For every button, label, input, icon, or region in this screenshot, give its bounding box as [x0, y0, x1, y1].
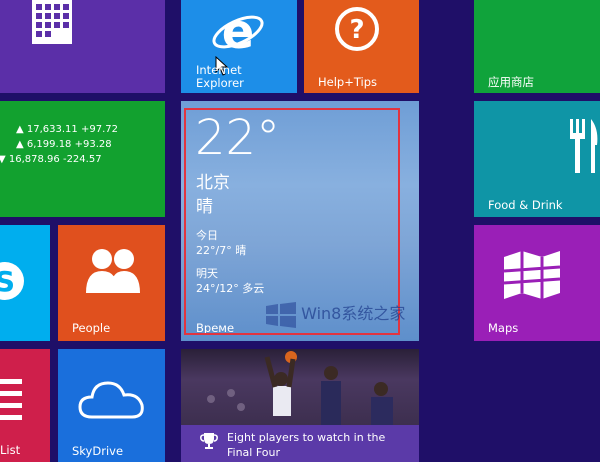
help-tips-tile[interactable]: ? Help+Tips	[304, 0, 419, 93]
calendar-tile[interactable]	[0, 0, 165, 93]
sports-caption-bar: Eight players to watch in the Final Four	[181, 425, 419, 462]
sports-tile[interactable]: Eight players to watch in the Final Four	[181, 349, 419, 462]
sports-headline: Eight players to watch in the Final Four	[227, 431, 386, 459]
svg-text:S: S	[0, 265, 15, 298]
trophy-icon	[200, 433, 218, 449]
finance-row: ▲ 17,633.11 +97.72	[16, 124, 118, 135]
tile-label: Maps	[488, 321, 519, 335]
sports-photo	[181, 349, 419, 425]
up-arrow-icon: ▲	[16, 139, 24, 150]
finance-row: ▲ 6,199.18 +93.28	[16, 139, 112, 150]
tile-label: Food & Drink	[488, 198, 563, 212]
finance-row: ▼ 16,878.96 -224.57	[0, 154, 102, 165]
svg-text:e: e	[222, 4, 255, 60]
watermark: Win8系统之家	[266, 300, 405, 328]
tile-label: List	[0, 443, 21, 457]
cloud-icon	[78, 381, 144, 419]
svg-text:?: ?	[349, 15, 364, 45]
tile-label: People	[72, 321, 111, 335]
tile-label: Help+Tips	[318, 75, 378, 89]
fork-knife-icon	[570, 119, 598, 173]
tile-label: 应用商店	[488, 75, 534, 89]
question-mark-icon: ?	[335, 7, 379, 51]
calendar-icon	[32, 0, 72, 44]
people-tile[interactable]: People	[58, 225, 165, 341]
internet-explorer-icon: e	[212, 4, 264, 60]
skype-icon: S	[0, 262, 24, 300]
list-tile[interactable]: List	[0, 349, 50, 462]
skydrive-tile[interactable]: SkyDrive	[58, 349, 165, 462]
tile-label: SkyDrive	[72, 444, 124, 458]
skype-tile[interactable]: S	[0, 225, 50, 341]
map-icon	[503, 251, 561, 299]
people-icon	[86, 249, 140, 293]
up-arrow-icon: ▲	[16, 124, 24, 135]
windows-logo-icon	[266, 301, 296, 328]
finance-tile[interactable]: ▲ 17,633.11 +97.72 ▲ 6,199.18 +93.28 ▼ 1…	[0, 101, 165, 217]
tile-label: Internet Explorer	[196, 63, 244, 90]
maps-tile[interactable]: Maps	[474, 225, 600, 341]
food-drink-tile[interactable]: Food & Drink	[474, 101, 600, 217]
internet-explorer-tile[interactable]: e Internet Explorer	[181, 0, 297, 93]
list-icon	[0, 379, 22, 420]
store-tile[interactable]: 应用商店	[474, 0, 600, 93]
down-arrow-icon: ▼	[0, 154, 6, 165]
